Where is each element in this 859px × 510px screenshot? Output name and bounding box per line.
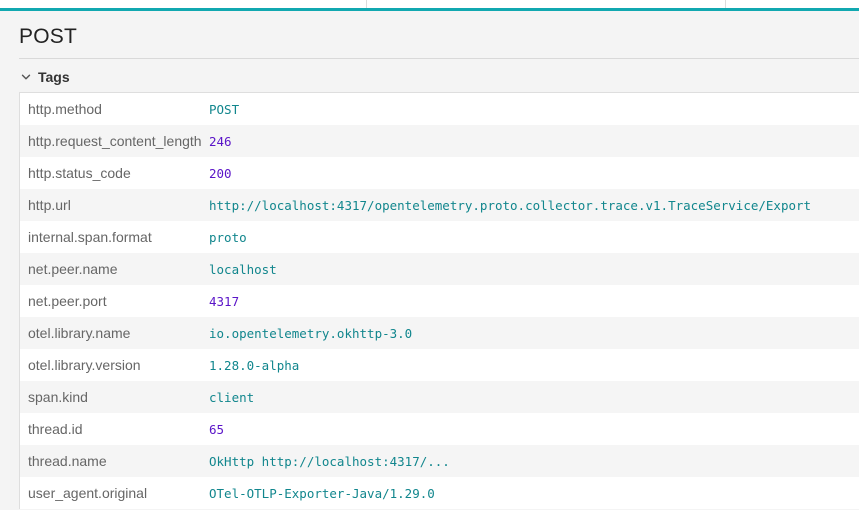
tag-value: 200 xyxy=(209,165,232,181)
tag-key: otel.library.version xyxy=(28,357,141,373)
tag-key: http.url xyxy=(28,197,71,213)
tag-key: http.request_content_length xyxy=(28,133,202,149)
tag-value: OkHttp http://localhost:4317/... xyxy=(209,453,450,469)
tag-key: internal.span.format xyxy=(28,229,152,245)
tag-row[interactable]: net.peer.name localhost xyxy=(20,253,859,285)
tag-value: 65 xyxy=(209,421,225,437)
tag-value: proto xyxy=(209,229,247,245)
tag-row[interactable]: net.peer.port 4317 xyxy=(20,285,859,317)
tag-value: localhost xyxy=(209,261,277,277)
tag-row[interactable]: http.status_code 200 xyxy=(20,157,859,189)
tag-value: OTel-OTLP-Exporter-Java/1.29.0 xyxy=(209,485,435,501)
span-detail-panel: POST Tags http.method POST http.request_co… xyxy=(0,0,859,510)
timeline-divider xyxy=(725,0,726,8)
tag-key: net.peer.name xyxy=(28,261,118,277)
timeline-header-strip xyxy=(0,0,859,11)
tag-key: http.method xyxy=(28,101,102,117)
tag-row[interactable]: http.method POST xyxy=(20,93,859,125)
tag-row[interactable]: thread.id 65 xyxy=(20,413,859,445)
tag-key: thread.name xyxy=(28,453,107,469)
tag-key: http.status_code xyxy=(28,165,131,181)
tag-key: net.peer.port xyxy=(28,293,107,309)
chevron-down-icon xyxy=(19,70,33,84)
tag-key: user_agent.original xyxy=(28,485,148,501)
tag-value: io.opentelemetry.okhttp-3.0 xyxy=(209,325,413,341)
tags-section-toggle[interactable]: Tags xyxy=(19,66,70,88)
title-divider xyxy=(19,58,859,59)
tag-value: 246 xyxy=(209,133,232,149)
tag-row[interactable]: thread.name OkHttp http://localhost:4317/… xyxy=(20,445,859,477)
tag-row[interactable]: otel.library.name io.opentelemetry.okhttp… xyxy=(20,317,859,349)
tag-row[interactable]: http.url http://localhost:4317/openteleme… xyxy=(20,189,859,221)
tag-row[interactable]: http.request_content_length 246 xyxy=(20,125,859,157)
tags-section-label: Tags xyxy=(38,69,70,85)
tag-key: thread.id xyxy=(28,421,83,437)
tag-value: http://localhost:4317/opentelemetry.prot… xyxy=(209,197,812,213)
tag-value: client xyxy=(209,389,255,405)
tags-table: http.method POST http.request_content_leng… xyxy=(19,92,859,509)
tag-row[interactable]: otel.library.version 1.28.0-alpha xyxy=(20,349,859,381)
tag-value: 1.28.0-alpha xyxy=(209,357,300,373)
tag-row[interactable]: internal.span.format proto xyxy=(20,221,859,253)
timeline-divider xyxy=(366,0,367,8)
tag-row[interactable]: user_agent.original OTel-OTLP-Exporter-Ja… xyxy=(20,477,859,509)
tag-key: span.kind xyxy=(28,389,88,405)
tag-value: POST xyxy=(209,101,240,117)
span-title: POST xyxy=(19,25,77,48)
tag-key: otel.library.name xyxy=(28,325,131,341)
tag-value: 4317 xyxy=(209,293,240,309)
tag-row[interactable]: span.kind client xyxy=(20,381,859,413)
